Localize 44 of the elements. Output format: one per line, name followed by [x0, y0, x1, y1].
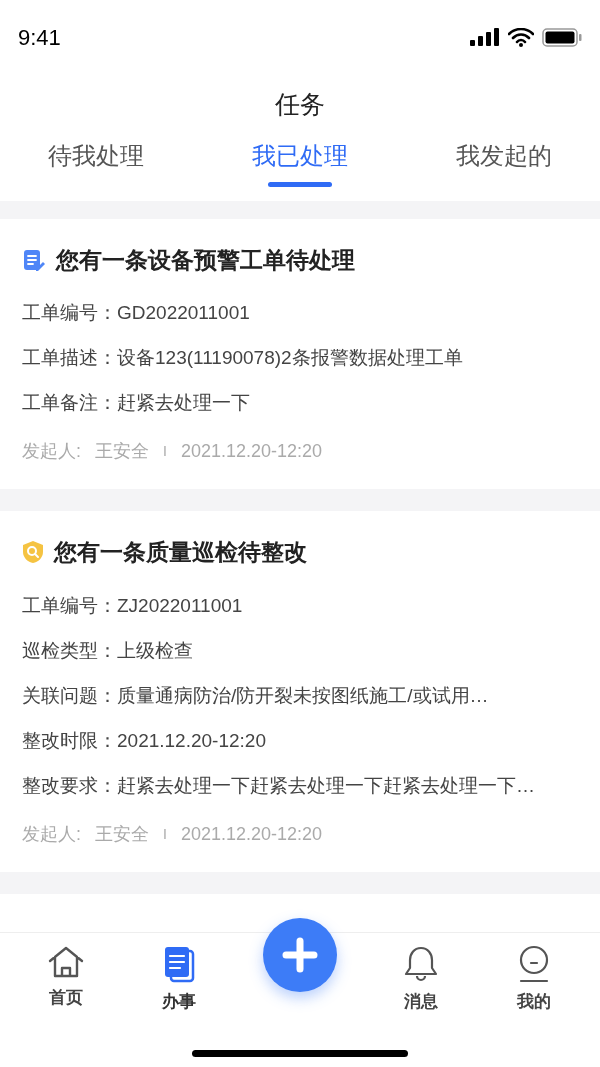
initiated-time: 2021.12.20-12:20 — [180, 440, 323, 463]
field-value: 赶紧去处理一下赶紧去处理一下赶紧去处理一下… — [117, 773, 535, 798]
nav-item[interactable]: 办事 — [122, 945, 235, 1025]
initiator-name: 王安全 — [95, 440, 149, 463]
nav-item[interactable]: 我的 — [477, 945, 590, 1025]
tab[interactable]: 我发起的 — [456, 137, 552, 187]
field-label: 整改时限： — [22, 728, 117, 753]
task-card[interactable]: 您有一条质量巡检待整改 工单编号：ZJ2022011001 巡检类型：上级检查 关联问题：质量通病防治/防开裂未按图纸施工/或试用… 整改时限：2021.12.20-12:20 整改要求：赶紧去处理一下赶紧去处理一下赶紧去处理一下… 发起人: 王安全 I 2021.12.20-12:20 — [0, 511, 600, 872]
field-label: 关联问题： — [22, 683, 117, 708]
initiated-time: 2021.12.20-12:20 — [180, 822, 323, 846]
card-title: 您有一条质量巡检待整改 — [54, 538, 307, 567]
nav-item[interactable]: 首页 — [10, 945, 123, 1025]
shield-search-icon — [22, 540, 44, 565]
field-value: 设备123(11190078)2条报警数据处理工单 — [117, 346, 463, 371]
separator: I — [163, 824, 167, 844]
field-label: 整改要求： — [22, 773, 117, 798]
nav-item[interactable]: 消息 — [365, 945, 478, 1025]
field-value: 上级检查 — [117, 638, 193, 663]
document-edit-icon — [22, 247, 46, 272]
task-card[interactable]: 您有一条设备预警工单待处理 工单编号：GD2022011001 工单描述：设备123(11190078)2条报警数据处理工单 工单备注：赶紧去处理一下 发起人: 王安全 I 2021.12.20-12:20 — [0, 218, 600, 489]
field-value: ZJ2022011001 — [117, 593, 243, 618]
battery-icon — [542, 27, 582, 47]
tab[interactable]: 我已处理 — [252, 137, 348, 187]
separator: I — [163, 442, 167, 461]
page-title: 任务 — [275, 89, 325, 120]
signal-icon — [470, 28, 500, 46]
field-value: 2021.12.20-12:20 — [117, 728, 266, 753]
initiator-label: 发起人: — [22, 822, 81, 846]
wifi-icon — [508, 27, 534, 47]
field-label: 工单编号： — [22, 593, 117, 618]
card-title: 您有一条设备预警工单待处理 — [56, 245, 355, 275]
initiator-label: 发起人: — [22, 440, 81, 463]
field-label: 巡检类型： — [22, 638, 117, 663]
field-value: GD2022011001 — [117, 301, 250, 326]
field-label: 工单备注： — [22, 391, 117, 416]
plus-icon — [282, 937, 318, 973]
field-label: 工单编号： — [22, 301, 117, 326]
status-time: 9:41 — [18, 23, 61, 52]
field-label: 工单描述： — [22, 346, 117, 371]
field-value: 质量通病防治/防开裂未按图纸施工/或试用… — [117, 683, 489, 708]
initiator-name: 王安全 — [95, 822, 149, 846]
field-value: 赶紧去处理一下 — [117, 391, 250, 416]
profile-icon — [517, 945, 550, 983]
tab[interactable]: 待我处理 — [48, 137, 144, 187]
